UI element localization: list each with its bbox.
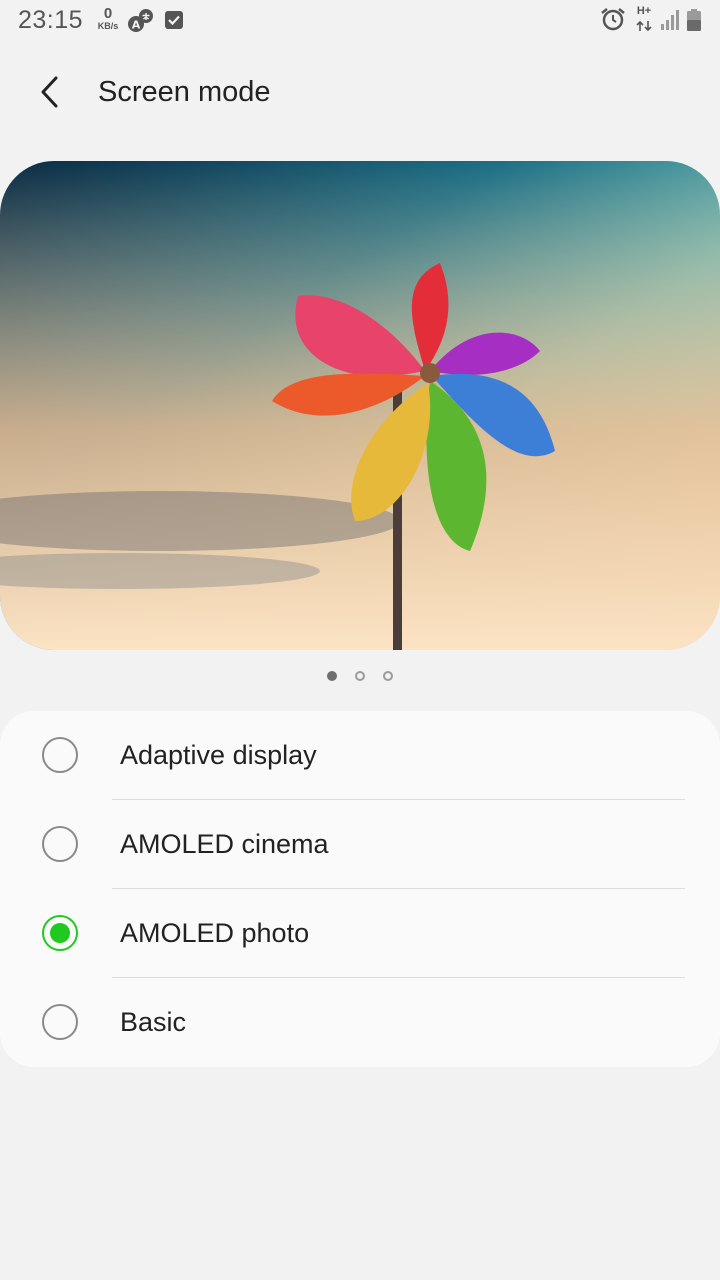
app-bar: Screen mode	[0, 40, 720, 144]
option-label: Adaptive display	[120, 740, 317, 770]
back-button[interactable]	[30, 70, 78, 118]
pager-dot-1[interactable]	[327, 671, 337, 681]
radio-button[interactable]	[42, 737, 78, 773]
radio-button-selected[interactable]	[42, 915, 78, 951]
pager-dot-3[interactable]	[383, 671, 393, 681]
battery-icon	[686, 8, 702, 37]
network-arrows-icon	[634, 19, 654, 37]
status-bar: 23:15 0 KB/s A H+	[0, 0, 720, 40]
option-label: AMOLED photo	[120, 918, 310, 948]
pinwheel-illustration	[0, 161, 720, 650]
option-label: Basic	[120, 1007, 187, 1037]
network-type-label: H+	[636, 5, 652, 17]
option-label: AMOLED cinema	[120, 829, 329, 859]
radio-button[interactable]	[42, 1004, 78, 1040]
option-adaptive-display[interactable]: Adaptive display	[0, 711, 720, 800]
data-speed-indicator: 0 KB/s	[94, 6, 122, 31]
screen-mode-preview-image[interactable]	[0, 161, 720, 650]
chevron-left-icon	[30, 76, 78, 122]
data-speed-value: 0	[103, 5, 113, 22]
data-speed-unit: KB/s	[97, 21, 119, 31]
signal-icon	[660, 9, 680, 36]
svg-text:A: A	[132, 19, 141, 32]
page-title: Screen mode	[98, 76, 271, 108]
status-time: 23:15	[18, 6, 84, 34]
option-amoled-photo[interactable]: AMOLED photo	[0, 889, 720, 978]
option-amoled-cinema[interactable]: AMOLED cinema	[0, 800, 720, 889]
radio-button[interactable]	[42, 826, 78, 862]
translate-icon: A	[127, 8, 155, 39]
checkbox-notification-icon	[164, 10, 184, 35]
pager-dot-2[interactable]	[355, 671, 365, 681]
alarm-icon	[600, 7, 626, 36]
preview-pager	[0, 668, 720, 688]
screen-mode-options: Adaptive display AMOLED cinema AMOLED ph…	[0, 711, 720, 1067]
option-basic[interactable]: Basic	[0, 978, 720, 1067]
